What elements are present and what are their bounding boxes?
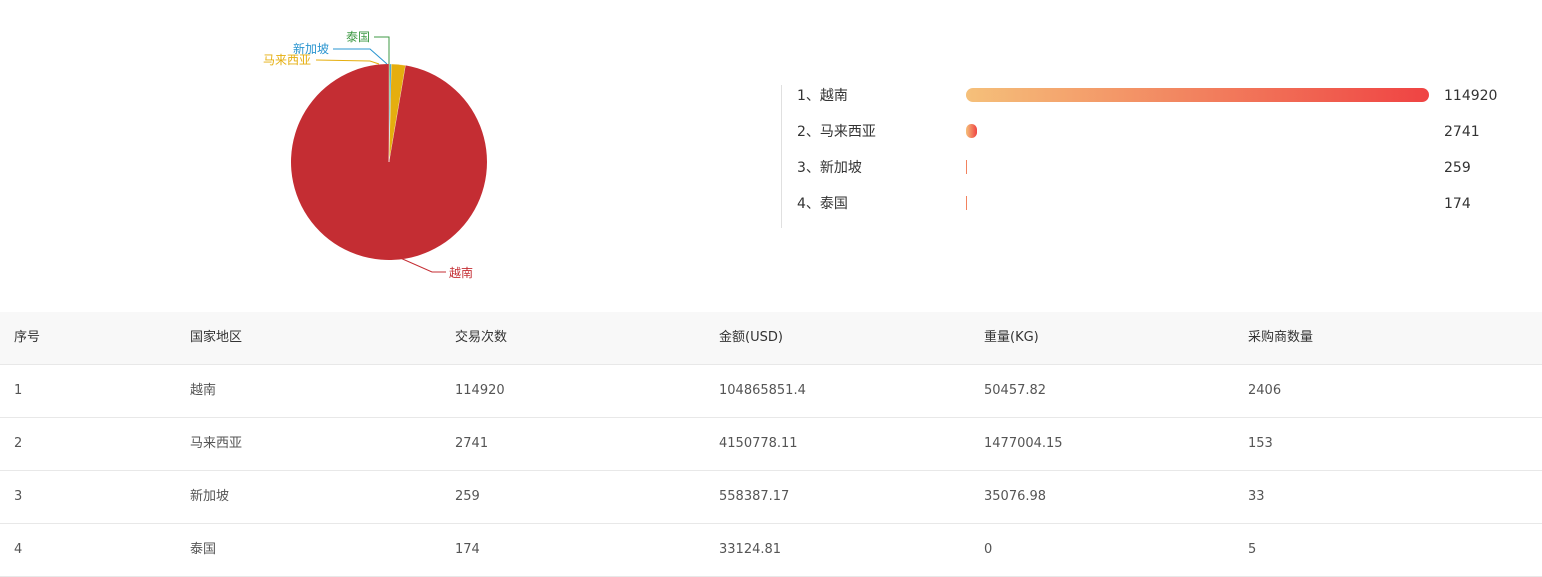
cell-buyers: 5 xyxy=(1248,542,1257,557)
header-transactions: 交易次数 xyxy=(455,330,508,345)
pie-slice-label: 新加坡 xyxy=(293,41,329,56)
table-row[interactable]: 4 泰国 174 33124.81 0 5 xyxy=(0,524,1542,577)
cell-amount: 558387.17 xyxy=(719,489,790,504)
ranking-bar-chart: 1、越南 114920 2、马来西亚 2741 3、新加坡 259 4、泰国 174 xyxy=(781,85,1522,228)
cell-transactions: 259 xyxy=(455,489,480,504)
cell-amount: 33124.81 xyxy=(719,542,782,557)
table-row[interactable]: 1 越南 114920 104865851.4 50457.82 2406 xyxy=(0,365,1542,418)
ranking-value: 174 xyxy=(1444,196,1471,212)
cell-weight: 0 xyxy=(984,542,993,557)
cell-transactions: 114920 xyxy=(455,383,505,398)
pie-chart: 越南 马来西亚 新加坡 泰国 xyxy=(0,0,760,300)
ranking-label: 4、泰国 xyxy=(797,196,848,212)
table-header-row: 序号 国家地区 交易次数 金额(USD) 重量(KG) 采购商数量 xyxy=(0,312,1542,365)
cell-country: 马来西亚 xyxy=(190,436,243,451)
header-country: 国家地区 xyxy=(190,330,243,345)
cell-amount: 104865851.4 xyxy=(719,383,806,398)
cell-buyers: 33 xyxy=(1248,489,1265,504)
ranking-value: 114920 xyxy=(1444,88,1498,104)
cell-transactions: 2741 xyxy=(455,436,489,451)
ranking-label: 3、新加坡 xyxy=(797,160,862,176)
ranking-bar xyxy=(966,160,968,174)
table-row[interactable]: 2 马来西亚 2741 4150778.11 1477004.15 153 xyxy=(0,418,1542,471)
ranking-row[interactable]: 3、新加坡 259 xyxy=(782,157,1522,193)
ranking-bar xyxy=(966,124,978,138)
cell-buyers: 153 xyxy=(1248,436,1273,451)
ranking-value: 2741 xyxy=(1444,124,1480,140)
header-amount: 金额(USD) xyxy=(719,330,783,345)
cell-index: 1 xyxy=(14,383,23,398)
pie-leader-line xyxy=(374,36,390,64)
cell-amount: 4150778.11 xyxy=(719,436,798,451)
ranking-row[interactable]: 4、泰国 174 xyxy=(782,193,1522,229)
ranking-value: 259 xyxy=(1444,160,1471,176)
cell-index: 2 xyxy=(14,436,23,451)
ranking-row[interactable]: 1、越南 114920 xyxy=(782,85,1522,121)
cell-index: 4 xyxy=(14,542,23,557)
ranking-label: 1、越南 xyxy=(797,88,848,104)
cell-weight: 50457.82 xyxy=(984,383,1047,398)
data-table: 序号 国家地区 交易次数 金额(USD) 重量(KG) 采购商数量 1 越南 1… xyxy=(0,312,1542,577)
pie-slice-label: 越南 xyxy=(449,265,473,280)
cell-weight: 35076.98 xyxy=(984,489,1047,504)
cell-weight: 1477004.15 xyxy=(984,436,1063,451)
pie-slice-label: 泰国 xyxy=(346,30,370,44)
header-buyers: 采购商数量 xyxy=(1248,330,1314,345)
cell-country: 越南 xyxy=(190,383,217,398)
cell-transactions: 174 xyxy=(455,542,480,557)
ranking-bar xyxy=(966,88,1429,102)
ranking-bar xyxy=(966,196,967,210)
ranking-row[interactable]: 2、马来西亚 2741 xyxy=(782,121,1522,157)
pie-leader-line xyxy=(315,59,380,65)
cell-buyers: 2406 xyxy=(1248,383,1282,398)
cell-index: 3 xyxy=(14,489,23,504)
ranking-label: 2、马来西亚 xyxy=(797,124,876,140)
cell-country: 泰国 xyxy=(190,542,217,557)
pie-leader-line xyxy=(397,256,446,273)
pie-leader-line xyxy=(333,48,388,65)
header-weight: 重量(KG) xyxy=(984,330,1039,345)
header-index: 序号 xyxy=(14,330,41,345)
pie-chart-svg: 越南马来西亚新加坡泰国 xyxy=(263,30,487,280)
table-row[interactable]: 3 新加坡 259 558387.17 35076.98 33 xyxy=(0,471,1542,524)
cell-country: 新加坡 xyxy=(190,489,230,504)
